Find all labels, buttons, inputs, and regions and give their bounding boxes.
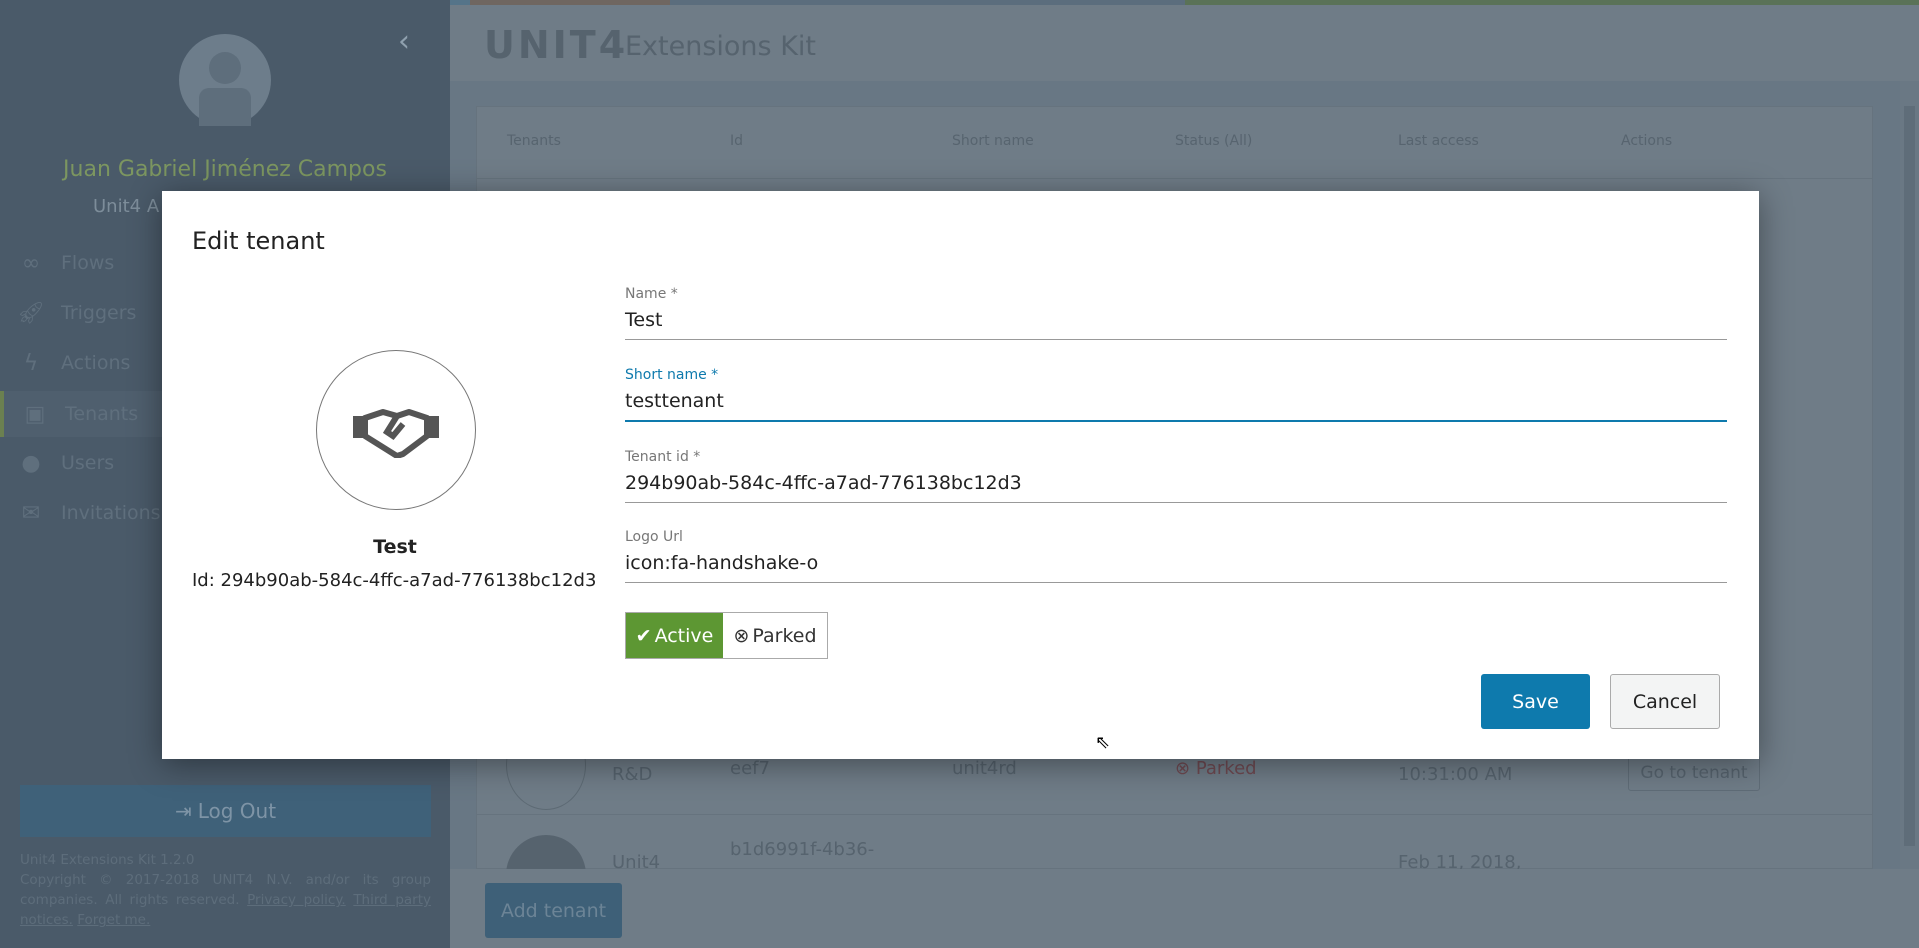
parked-label: Parked (752, 624, 817, 647)
logout-label: Log Out (197, 799, 277, 823)
save-button[interactable]: Save (1481, 674, 1590, 729)
collapse-sidebar-chevron-icon[interactable]: ‹ (398, 24, 410, 59)
column-header-short-name: Short name (952, 133, 1034, 149)
app-header: UNIT4 Extensions Kit (450, 5, 1900, 81)
times-circle-icon: ⊗ (1175, 758, 1196, 779)
dialog-title: Edit tenant (192, 227, 325, 255)
sign-out-icon: ⇥ (174, 799, 192, 823)
short-name-label: Short name * (625, 367, 719, 383)
status-label: Parked (1195, 758, 1257, 779)
mouse-cursor-icon: ⇖ (1095, 732, 1111, 753)
sidebar-item-label: Flows (61, 252, 115, 274)
tenant-logo-preview (316, 350, 476, 510)
sidebar-item-label: Tenants (65, 403, 139, 425)
tenant-id: b1d6991f-4b36- (730, 839, 875, 860)
bottom-bar (450, 869, 1919, 948)
logo-url-input[interactable]: icon:fa-handshake-o (625, 552, 1727, 583)
parked-option[interactable]: ⊗ Parked (723, 613, 827, 658)
handshake-icon (353, 409, 439, 458)
name-field[interactable]: Name * Test (625, 286, 1727, 340)
column-header-tenants: Tenants (507, 133, 561, 149)
cancel-button[interactable]: Cancel (1610, 674, 1720, 729)
sidebar-item-label: Users (61, 452, 115, 474)
tenant-id-preview: Id: 294b90ab-584c-4ffc-a7ad-776138bc12d3 (192, 570, 597, 591)
user-icon: ● (21, 450, 41, 476)
status-toggle: ✔ Active ⊗ Parked (625, 612, 828, 659)
rocket-icon: 🚀︎ (17, 300, 45, 326)
check-circle-icon: ✔ (635, 624, 652, 647)
sidebar-item-label: Triggers (61, 302, 137, 324)
short-name-field[interactable]: Short name * testtenant (625, 367, 1727, 422)
sidebar-item-label: Actions (61, 352, 131, 374)
user-name: Juan Gabriel Jiménez Campos (63, 157, 387, 182)
version-text: Unit4 Extensions Kit 1.2.0 (20, 852, 195, 868)
sidebar-footer: Unit4 Extensions Kit 1.2.0 Copyright © 2… (20, 850, 431, 930)
name-label: Name * (625, 286, 678, 302)
active-option[interactable]: ✔ Active (626, 613, 723, 658)
logo-url-label: Logo Url (625, 529, 683, 545)
active-label: Active (654, 624, 714, 647)
app-title: Extensions Kit (625, 31, 816, 62)
infinity-icon: ∞ (21, 250, 41, 276)
name-input[interactable]: Test (625, 309, 1727, 340)
column-header-last-access: Last access (1398, 133, 1479, 149)
privacy-policy-link[interactable]: Privacy policy. (247, 892, 346, 908)
sidebar-item-label: Invitations (61, 502, 161, 524)
forget-me-link[interactable]: Forget me. (77, 912, 150, 928)
logo-url-field[interactable]: Logo Url icon:fa-handshake-o (625, 529, 1727, 583)
bolt-icon: ϟ (23, 350, 39, 376)
tenant-id-field[interactable]: Tenant id * 294b90ab-584c-4ffc-a7ad-77613… (625, 449, 1727, 503)
times-circle-icon: ⊗ (733, 624, 750, 647)
unit4-logo: UNIT4 (484, 23, 629, 67)
column-header-status[interactable]: Status (All) (1175, 133, 1252, 149)
column-header-actions: Actions (1621, 133, 1673, 149)
edit-tenant-dialog: Edit tenant Test Id: 294b90ab-584c-4ffc-… (162, 191, 1759, 759)
briefcase-icon: ▣ (24, 401, 46, 427)
go-to-tenant-button[interactable]: Go to tenant (1628, 755, 1760, 791)
short-name-input[interactable]: testtenant (625, 390, 1727, 422)
user-role: Unit4 A (93, 196, 160, 217)
tenant-name-preview: Test (373, 536, 417, 558)
user-avatar (179, 34, 271, 126)
logout-button[interactable]: ⇥ Log Out (20, 785, 431, 837)
tenant-id-input[interactable]: 294b90ab-584c-4ffc-a7ad-776138bc12d3 (625, 472, 1727, 503)
envelope-icon: ✉ (21, 500, 41, 526)
column-header-id: Id (730, 133, 744, 149)
add-tenant-button[interactable]: Add tenant (485, 883, 622, 938)
scrollbar[interactable] (1900, 81, 1919, 869)
tenant-id-label: Tenant id * (625, 449, 701, 465)
